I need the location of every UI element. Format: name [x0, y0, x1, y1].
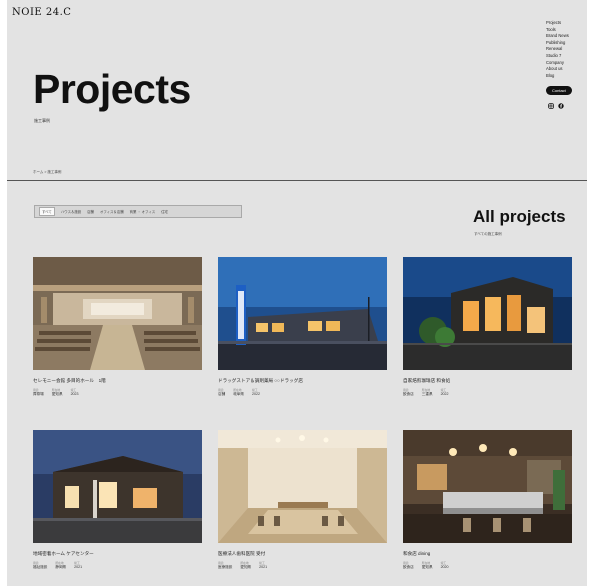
nav-item-about[interactable]: About us: [546, 66, 582, 73]
social-links: [546, 103, 582, 110]
meta-value: 2021: [74, 565, 83, 569]
main-nav: Projects Tools Brand News Publishing Ren…: [546, 20, 582, 110]
header-divider: [7, 180, 587, 181]
section-title: All projects: [473, 207, 566, 226]
project-card[interactable]: セレモニー会館 多目的ホール 1階 用途 葬祭場 所在地 愛知県 竣工 2023: [33, 257, 202, 397]
page: NOIE 24.C Projects 施工事例 Projects Tools B…: [7, 0, 587, 586]
filter-chip-house[interactable]: ハウス＆施設: [61, 209, 81, 214]
nav-item-projects[interactable]: Projects: [546, 20, 582, 27]
meta-value: 愛知県: [421, 565, 433, 569]
meta-value: 福祉施設: [33, 565, 48, 569]
project-card[interactable]: 医療法人歯科医院 受付 用途 医療施設 所在地 愛知県 竣工 2021: [218, 430, 387, 570]
nav-item-tools[interactable]: Tools: [546, 27, 582, 34]
meta-value: 2023: [70, 392, 79, 396]
project-thumbnail[interactable]: [218, 430, 387, 543]
project-meta: 用途 葬祭場 所在地 愛知県 竣工 2023: [33, 388, 202, 397]
nav-item-renewal[interactable]: Renewal: [546, 46, 582, 53]
category-filter-bar: すべて ハウス＆施設 店舗 オフィス＆店舗 商業 ・ オフィス 住宅: [34, 205, 242, 218]
site-header: NOIE 24.C Projects 施工事例 Projects Tools B…: [7, 0, 587, 181]
meta-value: 飲食店: [403, 392, 414, 396]
project-title: セレモニー会館 多目的ホール 1階: [33, 378, 106, 383]
project-thumbnail[interactable]: [403, 257, 572, 370]
project-thumbnail[interactable]: [33, 430, 202, 543]
meta-value: 医療施設: [218, 565, 233, 569]
nav-item-publishing[interactable]: Publishing: [546, 40, 582, 47]
page-subtitle: 施工事例: [34, 118, 50, 123]
breadcrumb[interactable]: ホーム > 施工事例: [33, 170, 61, 175]
site-logo[interactable]: NOIE 24.C: [12, 7, 71, 18]
project-card[interactable]: ドラッグストア＆調剤薬局 ○○ドラッグ店 用途 店舗 所在地 岐阜県 竣工 2022: [218, 257, 387, 397]
project-meta: 用途 店舗 所在地 岐阜県 竣工 2022: [218, 388, 387, 397]
nav-item-studio[interactable]: Studio 7: [546, 53, 582, 60]
filter-chip-residential[interactable]: 住宅: [161, 209, 168, 214]
meta-value: 葬祭場: [33, 392, 44, 396]
filter-chip-commercial[interactable]: 商業 ・ オフィス: [130, 209, 156, 214]
project-card[interactable]: 自家焙煎珈琲店 和食処 用途 飲食店 所在地 三重県 竣工 2022: [403, 257, 572, 397]
project-card[interactable]: 地域密着ホーム ケアセンター 用途 福祉施設 所在地 静岡県 竣工 2021: [33, 430, 202, 570]
facebook-icon[interactable]: [558, 103, 564, 110]
project-title: 和食店 dining: [403, 551, 431, 556]
instagram-icon[interactable]: [548, 103, 554, 110]
project-meta: 用途 福祉施設 所在地 静岡県 竣工 2021: [33, 561, 202, 570]
project-thumbnail[interactable]: [218, 257, 387, 370]
meta-value: 岐阜県: [233, 392, 244, 396]
project-card[interactable]: 和食店 dining 用途 飲食店 所在地 愛知県 竣工 2020: [403, 430, 572, 570]
meta-value: 愛知県: [51, 392, 63, 396]
meta-value: 愛知県: [240, 565, 252, 569]
project-title: 地域密着ホーム ケアセンター: [33, 551, 94, 556]
filter-chip-office-shop[interactable]: オフィス＆店舗: [100, 209, 124, 214]
project-title: ドラッグストア＆調剤薬局 ○○ドラッグ店: [218, 378, 303, 383]
meta-value: 三重県: [421, 392, 433, 396]
meta-value: 店舗: [218, 392, 226, 396]
meta-value: 飲食店: [403, 565, 414, 569]
nav-item-company[interactable]: Company: [546, 60, 582, 67]
nav-item-brand-news[interactable]: Brand News: [546, 33, 582, 40]
nav-item-blog[interactable]: Blog: [546, 73, 582, 80]
meta-value: 2020: [440, 565, 449, 569]
project-thumbnail[interactable]: [403, 430, 572, 543]
contact-button[interactable]: Contact: [546, 86, 572, 96]
meta-value: 2022: [251, 392, 260, 396]
meta-value: 2022: [440, 392, 449, 396]
filter-chip-all[interactable]: すべて: [39, 207, 55, 216]
meta-value: 静岡県: [55, 565, 67, 569]
section-subtitle: すべての施工事例: [474, 232, 502, 236]
project-meta: 用途 飲食店 所在地 三重県 竣工 2022: [403, 388, 572, 397]
project-meta: 用途 飲食店 所在地 愛知県 竣工 2020: [403, 561, 572, 570]
project-title: 自家焙煎珈琲店 和食処: [403, 378, 451, 383]
page-title: Projects: [33, 66, 191, 112]
filter-chip-shop[interactable]: 店舗: [87, 209, 94, 214]
project-title: 医療法人歯科医院 受付: [218, 551, 266, 556]
project-thumbnail[interactable]: [33, 257, 202, 370]
meta-value: 2021: [259, 565, 268, 569]
project-meta: 用途 医療施設 所在地 愛知県 竣工 2021: [218, 561, 387, 570]
